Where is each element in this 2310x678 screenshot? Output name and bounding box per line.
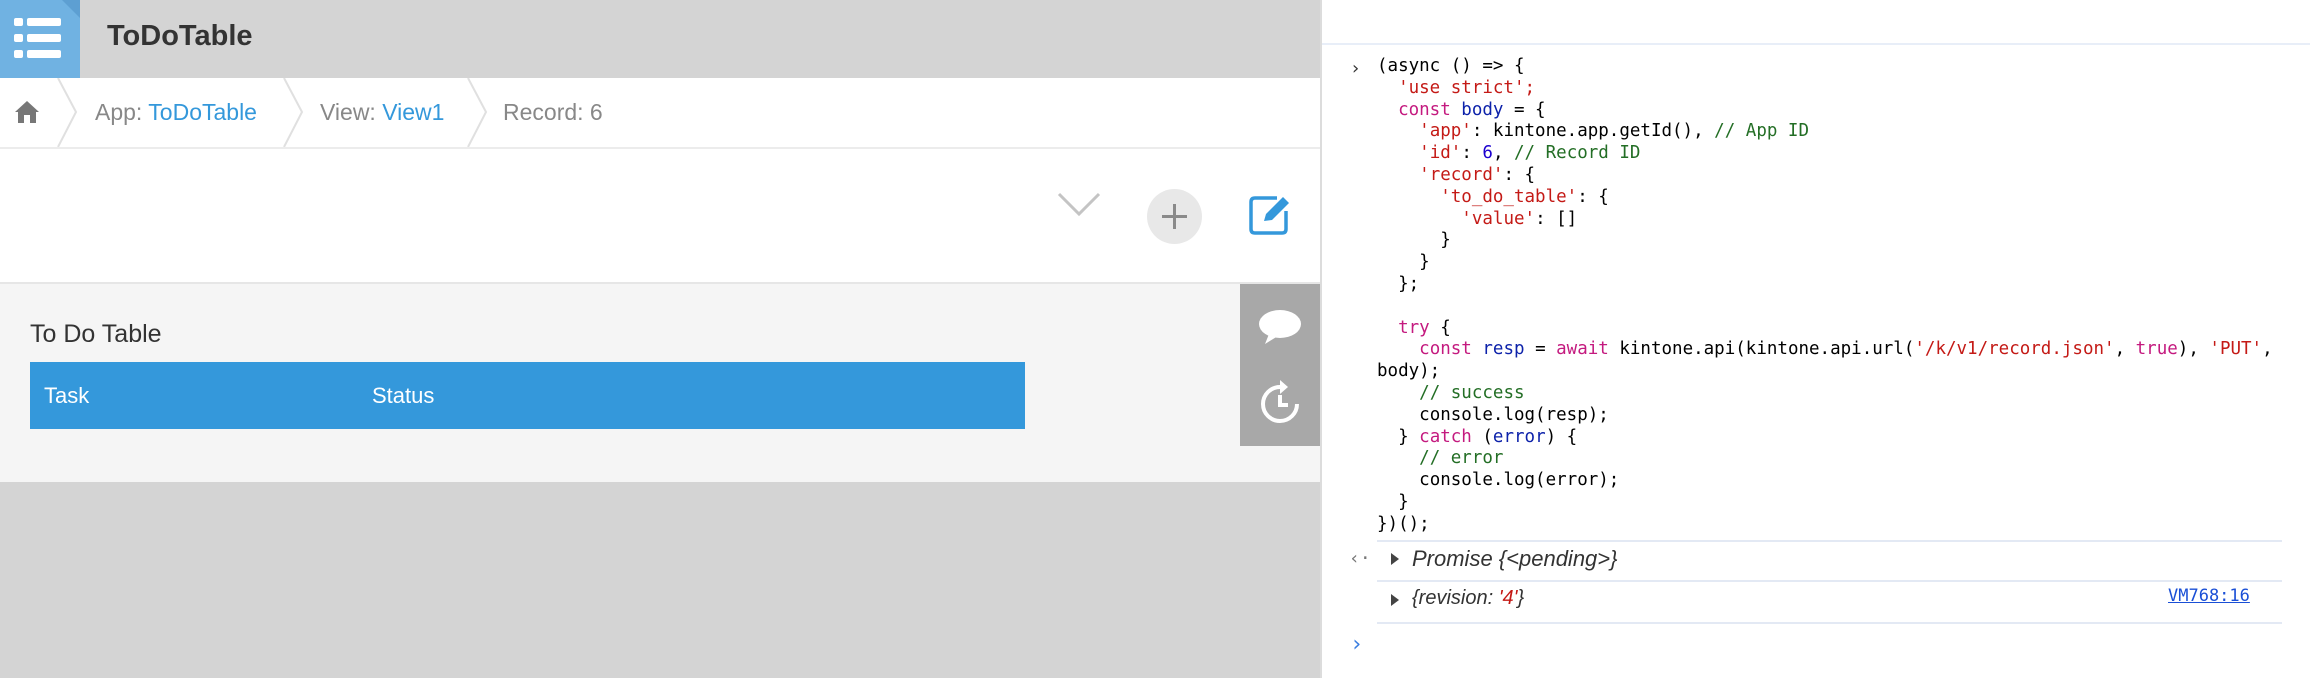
home-icon[interactable] — [14, 100, 40, 124]
console-result-promise[interactable]: Promise {<pending>} — [1412, 546, 1618, 572]
console-code-input[interactable]: (async () => { 'use strict'; const body … — [1377, 56, 2273, 536]
column-header-status: Status — [372, 383, 435, 408]
comments-button[interactable] — [1240, 284, 1320, 364]
breadcrumb-app-link[interactable]: ToDoTable — [148, 99, 257, 125]
side-panel — [1240, 284, 1320, 446]
table-field-label: To Do Table — [30, 320, 162, 348]
record-toolbar — [0, 149, 1320, 284]
breadcrumb-view[interactable]: View: View1 — [320, 78, 444, 147]
plus-icon — [1162, 204, 1187, 229]
app-header: ToDoTable — [0, 0, 1320, 78]
chevron-down-icon[interactable] — [1056, 189, 1102, 219]
console-divider — [1322, 43, 2310, 45]
console-log-object[interactable]: {revision: '4'} — [1412, 587, 1524, 610]
breadcrumb-app[interactable]: App: ToDoTable — [95, 78, 257, 147]
console-input-prompt-icon[interactable]: › — [1350, 632, 1363, 657]
history-button[interactable] — [1240, 364, 1320, 444]
devtools-console: › (async () => { 'use strict'; const bod… — [1320, 0, 2310, 678]
breadcrumb-view-link[interactable]: View1 — [382, 99, 444, 125]
input-prompt-chevron-icon: › — [1350, 58, 1361, 79]
console-separator — [1377, 540, 2282, 542]
source-location-link[interactable]: VM768:16 — [2168, 586, 2250, 606]
app-list-icon[interactable] — [0, 0, 80, 78]
history-icon — [1261, 380, 1299, 423]
app-title: ToDoTable — [107, 20, 253, 52]
console-separator — [1377, 622, 2282, 624]
speech-bubble-icon — [1259, 310, 1301, 344]
breadcrumb: App: ToDoTable View: View1 Record: 6 — [0, 78, 1320, 149]
return-value-arrow-icon: ‹· — [1349, 548, 1371, 569]
table-header: Task Status — [30, 362, 1025, 429]
column-header-task: Task — [44, 383, 90, 408]
add-record-button[interactable] — [1147, 189, 1202, 244]
record-body: To Do Table Task Status — [0, 284, 1320, 482]
breadcrumb-separator-icon — [57, 78, 78, 147]
app-pane: ToDoTable App: ToDoTable View: View1 Rec… — [0, 0, 1320, 678]
expand-triangle-icon[interactable] — [1391, 553, 1399, 565]
edit-record-button[interactable] — [1247, 193, 1291, 237]
expand-triangle-icon[interactable] — [1391, 594, 1399, 606]
console-separator — [1377, 580, 2282, 582]
breadcrumb-record: Record: 6 — [503, 99, 603, 125]
breadcrumb-separator-icon — [467, 78, 488, 147]
breadcrumb-separator-icon — [283, 78, 304, 147]
